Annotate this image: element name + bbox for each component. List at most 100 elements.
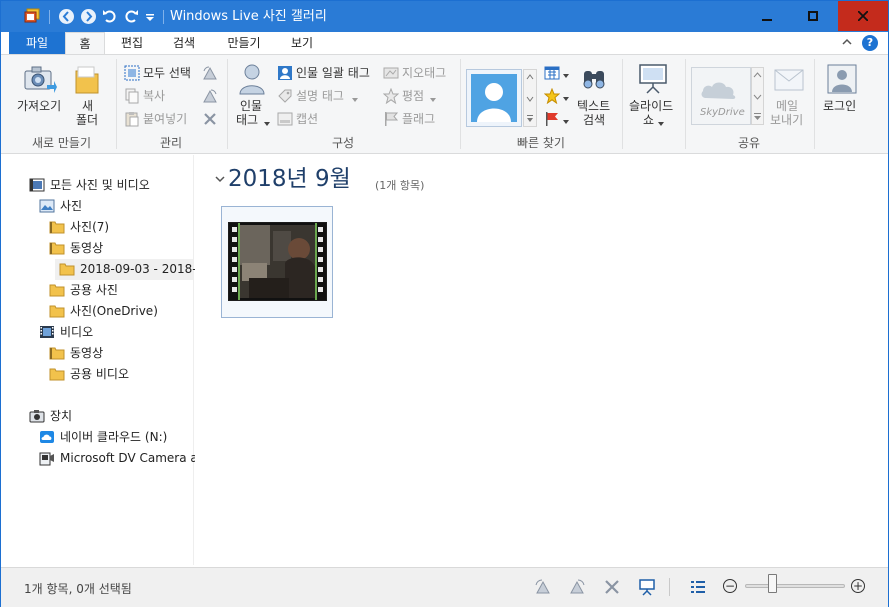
geotag-icon: [383, 65, 399, 81]
folder-icon: [49, 367, 65, 381]
chevron-down-icon[interactable]: [562, 115, 570, 124]
nav-item-label: 사진: [60, 199, 83, 213]
collapse-ribbon-icon[interactable]: [839, 34, 855, 50]
rotate-right-icon[interactable]: [568, 578, 586, 596]
tab-edit[interactable]: 편집: [113, 32, 151, 54]
gallery-scroll[interactable]: [523, 69, 537, 127]
zoom-in-button[interactable]: +: [851, 579, 865, 593]
copy-label: 복사: [143, 89, 166, 103]
login-avatar-icon[interactable]: [827, 64, 857, 97]
batch-people-tag-label[interactable]: 인물 일괄 태그: [296, 66, 370, 80]
nav-item-label: 사진(7): [70, 220, 110, 234]
nav-item-label: 동영상: [70, 241, 104, 255]
people-tag-label-1[interactable]: 인물: [240, 99, 262, 113]
collapse-group-chevron-icon[interactable]: [214, 173, 226, 185]
people-tag-label-2[interactable]: 태그: [236, 113, 258, 127]
nav-item-label: 동영상: [70, 346, 104, 360]
chevron-down-icon[interactable]: [562, 92, 570, 101]
flag-label: 플래그: [402, 112, 436, 126]
minimize-button[interactable]: [744, 1, 790, 31]
slideshow-icon[interactable]: [638, 578, 656, 596]
tab-search[interactable]: 검색: [165, 32, 203, 54]
app-icon[interactable]: [24, 8, 41, 24]
new-folder-icon[interactable]: [74, 65, 100, 98]
copy-icon: [124, 88, 140, 104]
back-icon[interactable]: [59, 9, 74, 24]
zoom-slider-track[interactable]: [745, 584, 845, 588]
flag-filter-icon[interactable]: [544, 111, 560, 127]
tab-home[interactable]: 홈: [65, 32, 105, 55]
description-tag-label: 설명 태그: [296, 89, 344, 103]
delete-icon[interactable]: [202, 111, 218, 127]
chevron-down-icon[interactable]: [263, 117, 271, 126]
people-tag-icon[interactable]: [238, 63, 266, 98]
rotate-right-icon[interactable]: [202, 88, 218, 104]
maximize-button[interactable]: [790, 1, 836, 31]
title-separator: [49, 10, 50, 24]
nav-item-label: 네이버 클라우드 (N:): [60, 430, 168, 444]
zoom-slider-thumb[interactable]: [767, 574, 777, 593]
rating-star-icon: [382, 87, 400, 105]
close-button[interactable]: [838, 1, 888, 31]
pictures-library-icon: [39, 199, 55, 213]
video-thumbnail[interactable]: [221, 206, 333, 318]
group-label-quickfind: 빠른 찾기: [517, 136, 565, 150]
rotate-left-icon[interactable]: [534, 578, 552, 596]
text-search-label-1[interactable]: 텍스트: [577, 99, 610, 113]
nav-item-label: 공용 사진: [70, 283, 118, 297]
batch-people-tag-icon[interactable]: [277, 65, 293, 81]
tab-file[interactable]: 파일: [9, 32, 65, 54]
group-item-count: (1개 항목): [375, 179, 425, 192]
undo-icon[interactable]: [102, 7, 118, 25]
nav-item-label: 장치: [50, 409, 73, 423]
slideshow-projector-icon[interactable]: [638, 62, 668, 97]
delete-icon[interactable]: [603, 578, 621, 596]
flag-icon: [383, 111, 399, 127]
paste-icon: [124, 111, 140, 127]
folder-video-icon: [49, 346, 65, 360]
text-search-label-2[interactable]: 검색: [583, 113, 605, 127]
details-view-icon[interactable]: [689, 578, 707, 596]
rating-filter-star-icon[interactable]: [543, 87, 561, 105]
email-label-2: 보내기: [770, 113, 804, 127]
login-label[interactable]: 로그인: [823, 99, 856, 113]
skydrive-label: SkyDrive: [700, 107, 745, 118]
rotate-left-icon[interactable]: [202, 65, 218, 81]
zoom-out-button[interactable]: −: [723, 579, 737, 593]
email-label-1: 메일: [776, 99, 799, 113]
chevron-down-icon: [429, 93, 437, 102]
import-button-label[interactable]: 가져오기: [17, 99, 61, 113]
select-all-label[interactable]: 모두 선택: [143, 66, 191, 80]
chevron-down-icon[interactable]: [562, 69, 570, 78]
select-all-icon[interactable]: [124, 65, 140, 81]
slideshow-label-2[interactable]: 쇼: [643, 113, 654, 127]
app-window: Windows Live 사진 갤러리 파일 홈 편집 검색 만들기 보기 ?: [0, 0, 889, 607]
binoculars-icon[interactable]: [581, 65, 607, 94]
video-thumbnail-image: [228, 222, 327, 301]
status-text: 1개 항목, 0개 선택됨: [24, 582, 132, 596]
slideshow-label-1[interactable]: 슬라이드: [629, 99, 673, 113]
new-folder-label-2[interactable]: 폴더: [76, 113, 98, 127]
group-label-organize: 구성: [331, 136, 355, 150]
folder-icon: [49, 304, 65, 318]
new-folder-label-1[interactable]: 새: [82, 99, 93, 113]
redo-icon[interactable]: [123, 7, 139, 25]
cloud-drive-icon: [39, 430, 55, 444]
chevron-down-icon[interactable]: [657, 117, 665, 126]
skydrive-share-tile[interactable]: SkyDrive: [691, 67, 751, 125]
email-icon: [774, 69, 804, 94]
group-label-new: 새로 만들기: [31, 136, 91, 150]
calendar-filter-icon[interactable]: [544, 65, 560, 81]
tab-view[interactable]: 보기: [283, 32, 321, 54]
group-header-date[interactable]: 2018년 9월: [228, 164, 351, 194]
share-gallery-scroll[interactable]: [751, 67, 764, 125]
people-filter-gallery[interactable]: [466, 69, 522, 127]
quick-access-menu-icon[interactable]: [144, 7, 156, 25]
import-camera-icon[interactable]: [23, 63, 57, 98]
forward-icon[interactable]: [81, 9, 96, 24]
group-label-manage: 관리: [159, 136, 183, 150]
chevron-down-icon: [351, 93, 359, 102]
help-icon[interactable]: ?: [862, 35, 878, 51]
status-bar: 1개 항목, 0개 선택됨 − +: [1, 567, 888, 607]
tab-create[interactable]: 만들기: [219, 32, 269, 54]
